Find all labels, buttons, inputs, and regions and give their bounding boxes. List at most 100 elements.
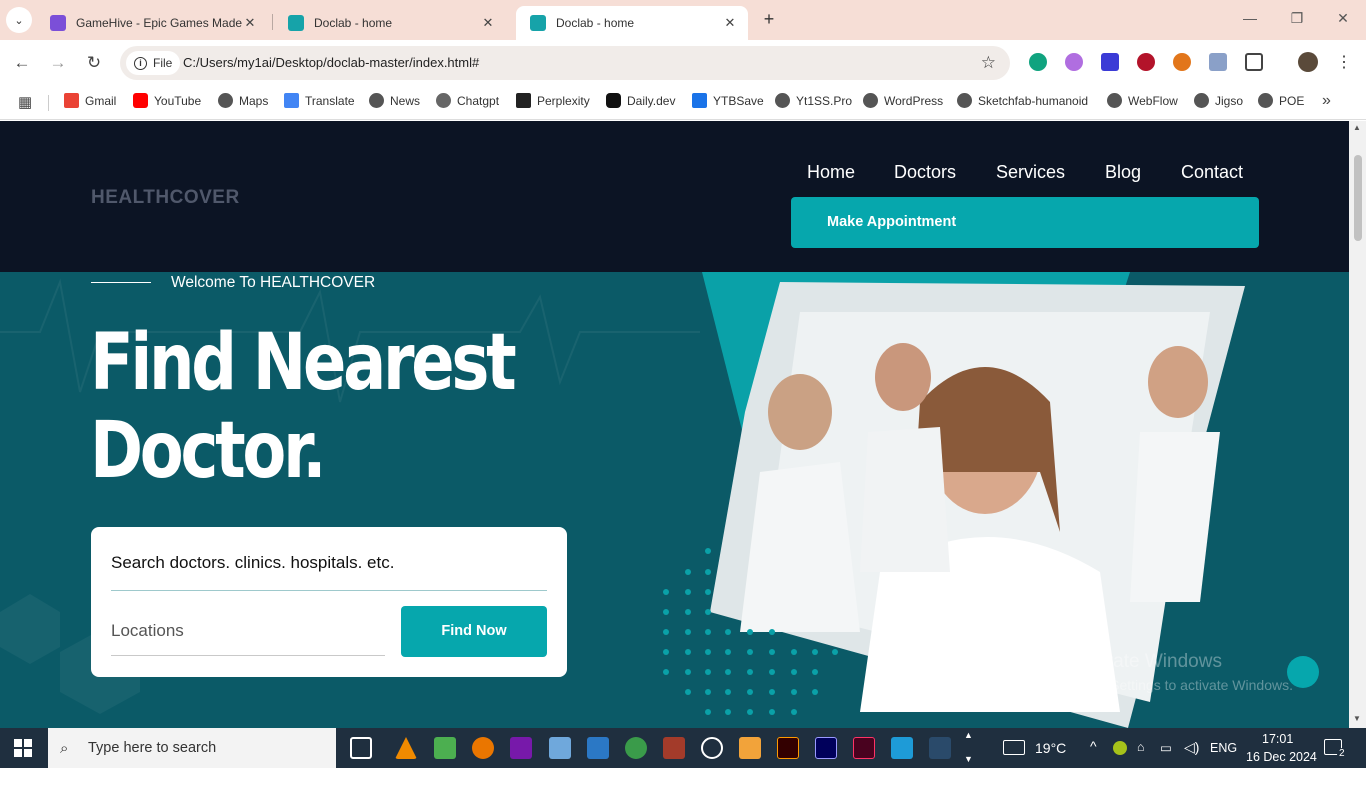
close-window-icon[interactable]: ✕ [1333,10,1353,27]
vlc-icon[interactable] [395,737,417,759]
bookmark-perplexity[interactable]: Perplexity [516,93,590,108]
winrar-icon[interactable] [663,737,685,759]
bookmark-sketchfab[interactable]: Sketchfab-humanoid [957,93,1088,108]
new-tab-button[interactable]: + [758,8,780,30]
clock-time[interactable]: 17:01 [1262,732,1293,746]
tray-chevron-icon[interactable]: ^ [1090,738,1097,754]
scroll-down-arrow-icon[interactable]: ▼ [1353,714,1361,723]
perplexity-icon [516,93,531,108]
close-tab-icon[interactable]: ✕ [242,15,258,31]
illustrator-icon[interactable] [777,737,799,759]
media-player-icon[interactable] [701,737,723,759]
taskbar-scroll-down-icon[interactable]: ▼ [964,754,973,764]
tab-search-chevron-icon[interactable]: ⌄ [6,7,32,33]
close-tab-icon[interactable]: ✕ [722,15,738,31]
bookmark-maps[interactable]: Maps [218,93,268,108]
bookmark-ytbsave[interactable]: YTBSave [692,93,764,108]
clock-date[interactable]: 16 Dec 2024 [1246,750,1317,764]
location-input[interactable]: Locations [111,621,184,641]
scroll-up-arrow-icon[interactable]: ▲ [1353,123,1361,132]
tab-doclab-1[interactable]: Doclab - home ✕ [274,6,506,40]
address-bar[interactable]: i File C:/Users/my1ai/Desktop/doclab-mas… [120,46,1010,80]
page-scrollbar[interactable]: ▲ ▼ [1349,121,1366,728]
site-info-chip[interactable]: i File [126,51,181,75]
remote-desktop-icon[interactable] [549,737,571,759]
shield-extension-icon[interactable] [1137,53,1155,71]
windows-start-icon[interactable] [14,739,32,757]
tab-title: Doclab - home [556,16,635,30]
battery-icon[interactable]: ▭ [1160,740,1172,755]
tab-title: GameHive - Epic Games Made F [76,16,242,30]
tray-app-icon[interactable] [1113,741,1127,755]
restore-icon[interactable]: ❐ [1287,10,1307,27]
bookmark-youtube[interactable]: YouTube [133,93,201,108]
site-logo[interactable]: HEALTHCOVER [91,187,240,209]
volume-icon[interactable]: ◁) [1184,739,1199,756]
chatgpt-extension-icon[interactable] [1029,53,1047,71]
vscode-like-icon[interactable] [891,737,913,759]
capture-extension-icon[interactable] [1209,53,1227,71]
gamehive-favicon-icon [50,15,66,31]
url-text[interactable]: C:/Users/my1ai/Desktop/doclab-master/ind… [183,55,479,70]
search-underline [111,590,547,591]
bookmark-webflow[interactable]: WebFlow [1107,93,1178,108]
bookmark-chatgpt[interactable]: Chatgpt [436,93,499,108]
kebab-menu-icon[interactable]: ⋮ [1336,52,1352,72]
mysql-workbench-icon[interactable] [929,737,951,759]
network-icon[interactable] [587,737,609,759]
apps-grid-icon[interactable]: ▦ [18,93,32,111]
task-view-icon[interactable] [350,737,372,759]
reload-icon[interactable]: ↻ [83,52,105,74]
bookmark-yt1ss[interactable]: Yt1SS.Pro [775,93,852,108]
bookmark-dailydev[interactable]: Daily.dev [606,93,675,108]
tab-doclab-active[interactable]: Doclab - home ✕ [516,6,748,40]
more-bookmarks-chevron-icon[interactable]: » [1322,92,1331,110]
audio-extension-icon[interactable] [1101,53,1119,71]
taskbar-scroll-up-icon[interactable]: ▲ [964,730,973,740]
device-icon[interactable]: ⌂ [1137,740,1145,754]
nav-blog[interactable]: Blog [1105,162,1141,183]
profile-avatar[interactable] [1298,52,1318,72]
forward-arrow-icon[interactable]: → [47,52,69,74]
bookmark-news[interactable]: News [369,93,420,108]
globe-icon [1107,93,1122,108]
video-player-icon[interactable] [739,737,761,759]
site-chip-label: File [153,56,173,70]
brain-extension-icon[interactable] [1065,53,1083,71]
weather-temp[interactable]: 19°C [1035,740,1066,756]
bookmark-wordpress[interactable]: WordPress [863,93,943,108]
close-tab-icon[interactable]: ✕ [480,15,496,31]
doctor-search-input[interactable]: Search doctors. clinics. hospitals. etc. [111,553,394,573]
weather-icon[interactable] [1003,740,1025,755]
minecraft-icon[interactable] [434,737,456,759]
scroll-thumb[interactable] [1354,155,1362,241]
bookmark-poe[interactable]: POE [1258,93,1304,108]
finance-app-icon[interactable] [625,737,647,759]
bookmark-star-icon[interactable]: ☆ [981,53,996,73]
language-indicator[interactable]: ENG [1210,741,1237,755]
indesign-icon[interactable] [853,737,875,759]
back-arrow-icon[interactable]: ← [11,52,33,74]
blender-icon[interactable] [472,737,494,759]
make-appointment-button[interactable]: Make Appointment [791,197,1259,248]
taskbar-search-box[interactable]: ⌕ Type here to search [48,728,336,768]
globe-icon [218,93,233,108]
dailydev-icon [606,93,621,108]
bookmark-translate[interactable]: Translate [284,93,355,108]
scroll-top-button[interactable] [1287,656,1319,688]
after-effects-icon[interactable] [815,737,837,759]
nav-services[interactable]: Services [996,162,1065,183]
tab-gamehive[interactable]: GameHive - Epic Games Made F ✕ [36,6,268,40]
onenote-icon[interactable] [510,737,532,759]
nav-doctors[interactable]: Doctors [894,162,956,183]
minimize-icon[interactable]: — [1240,10,1260,26]
bookmark-jigso[interactable]: Jigso [1194,93,1243,108]
bookmark-gmail[interactable]: Gmail [64,93,116,108]
page-viewport: HEALTHCOVER Home Doctors Services Blog C… [0,121,1349,728]
nav-contact[interactable]: Contact [1181,162,1243,183]
metamask-extension-icon[interactable] [1173,53,1191,71]
find-now-button[interactable]: Find Now [401,606,547,657]
extensions-puzzle-icon[interactable] [1245,53,1263,71]
nav-home[interactable]: Home [807,162,855,183]
bookmark-label: POE [1279,93,1305,108]
